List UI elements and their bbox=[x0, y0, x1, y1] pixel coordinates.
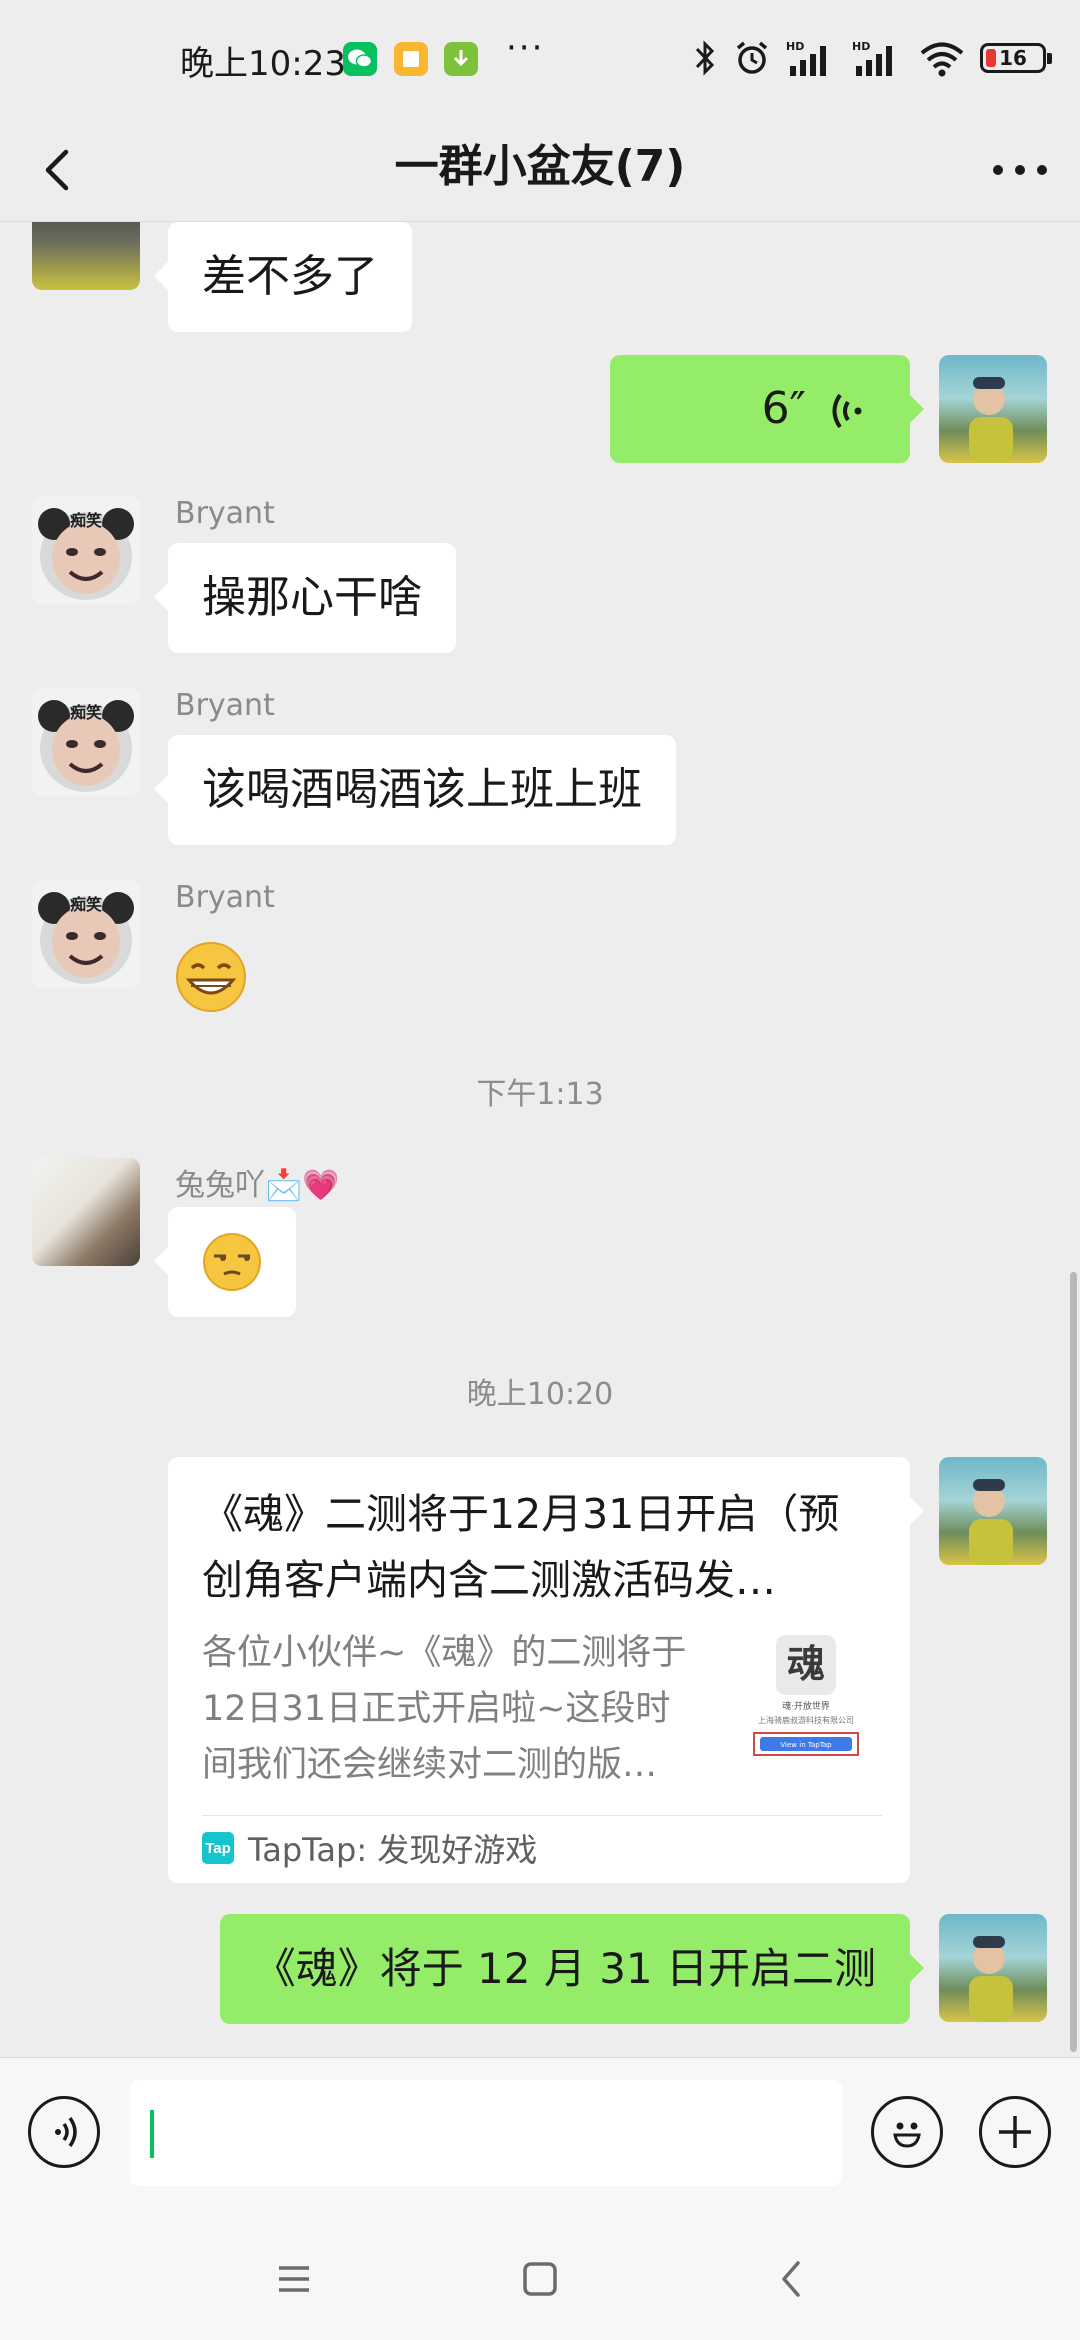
status-more-indicator: ··· bbox=[506, 28, 545, 68]
system-back-button[interactable] bbox=[751, 2247, 831, 2311]
my-avatar[interactable] bbox=[939, 355, 1047, 463]
hd-signal-icon: HD bbox=[852, 40, 892, 76]
status-right-group: HD HD 16 bbox=[692, 36, 1052, 80]
bluetooth-icon bbox=[695, 40, 715, 76]
notes-app-icon bbox=[394, 42, 428, 76]
scrollbar[interactable] bbox=[1070, 1272, 1077, 2052]
voice-message-bubble[interactable]: 6″ bbox=[610, 355, 924, 463]
download-app-icon bbox=[444, 42, 478, 76]
sender-name: Bryant bbox=[175, 496, 275, 531]
chat-header: 一群小盆友(7) bbox=[0, 118, 1080, 222]
message-bubble[interactable]: 该喝酒喝酒该上班上班 bbox=[154, 735, 676, 845]
message-bubble[interactable]: 差不多了 bbox=[154, 222, 412, 332]
thumb-company: 上海骑鹿叔游科技有限公司 bbox=[758, 1715, 854, 1725]
card-source: Tap TapTap: 发现好游戏 bbox=[202, 1825, 537, 1871]
status-bar: 晚上10:23 ··· HD HD 16 bbox=[0, 0, 1080, 118]
message-bubble[interactable]: 《魂》将于 12 月 31 日开启二测 bbox=[219, 1914, 925, 2024]
more-dots-icon bbox=[993, 165, 1047, 175]
unamused-face-emoji bbox=[203, 1233, 261, 1291]
plus-icon bbox=[999, 2116, 1031, 2148]
thumb-button: View in TapTap bbox=[780, 1741, 832, 1749]
thumb-caption: 魂·开放世界 bbox=[782, 1700, 830, 1712]
my-avatar[interactable] bbox=[939, 1457, 1047, 1565]
battery-level: 16 bbox=[999, 46, 1027, 70]
battery-icon: 16 bbox=[980, 43, 1052, 73]
card-divider bbox=[202, 1815, 882, 1816]
svg-text:魂: 魂 bbox=[787, 1641, 825, 1686]
taptap-logo-icon: Tap bbox=[202, 1832, 234, 1864]
message-input[interactable] bbox=[130, 2080, 842, 2186]
wifi-icon bbox=[920, 42, 964, 77]
back-chevron-icon bbox=[782, 2261, 800, 2297]
avatar[interactable] bbox=[32, 1158, 140, 1266]
avatar[interactable]: 痴笑 bbox=[32, 496, 140, 604]
timestamp-divider: 晚上10:20 bbox=[466, 1377, 614, 1412]
my-avatar[interactable] bbox=[939, 1914, 1047, 2022]
avatar-label: 痴笑 bbox=[70, 895, 102, 914]
voice-wave-icon bbox=[832, 393, 862, 429]
timestamp-divider: 下午1:13 bbox=[476, 1077, 604, 1112]
message-bubble[interactable]: 操那心干啥 bbox=[154, 543, 456, 653]
card-title: 《魂》二测将于12月31日开启（预 创角客户端内含二测激活码发… bbox=[202, 1490, 840, 1604]
emoji-message-bubble[interactable] bbox=[154, 1207, 296, 1317]
plus-button[interactable] bbox=[979, 2096, 1051, 2168]
menu-icon bbox=[279, 2266, 309, 2292]
input-bar bbox=[0, 2057, 1080, 2217]
recents-button[interactable] bbox=[254, 2247, 334, 2311]
link-card[interactable]: 《魂》二测将于12月31日开启（预 创角客户端内含二测激活码发… 各位小伙伴~《… bbox=[168, 1457, 924, 1883]
card-description: 各位小伙伴~《魂》的二测将于 12日31日正式开启啦~这段时 间我们还会继续对二… bbox=[202, 1633, 687, 1785]
page-title: 一群小盆友(7) bbox=[394, 141, 686, 192]
avatar[interactable]: 痴笑 bbox=[32, 880, 140, 988]
status-time: 晚上10:23 bbox=[180, 44, 346, 84]
avatar[interactable]: 痴笑 bbox=[32, 688, 140, 796]
avatar-label: 痴笑 bbox=[70, 511, 102, 530]
sender-name: Bryant bbox=[175, 688, 275, 723]
card-thumbnail: 魂 魂·开放世界 上海骑鹿叔游科技有限公司 View in TapTap bbox=[738, 1629, 874, 1769]
system-nav-bar bbox=[0, 2217, 1080, 2340]
sender-name: Bryant bbox=[175, 880, 275, 915]
card-source-label: TapTap: 发现好游戏 bbox=[248, 1831, 538, 1869]
home-button[interactable] bbox=[500, 2247, 580, 2311]
svg-text:HD: HD bbox=[852, 40, 870, 53]
sender-name: 兔兔吖📩💗 bbox=[175, 1168, 340, 1203]
hd-signal-icon: HD bbox=[786, 40, 826, 76]
home-square-icon bbox=[523, 2262, 557, 2296]
alarm-icon bbox=[736, 41, 768, 74]
wechat-icon bbox=[343, 42, 377, 76]
voice-toggle-button[interactable] bbox=[28, 2096, 100, 2168]
more-button[interactable] bbox=[984, 140, 1056, 200]
smiley-icon bbox=[893, 2122, 921, 2148]
avatar[interactable] bbox=[32, 222, 140, 290]
grinning-face-emoji[interactable] bbox=[174, 940, 248, 1014]
svg-text:HD: HD bbox=[786, 40, 804, 53]
message-list[interactable]: 差不多了 6″ 痴笑 Bryant 操那心干啥 痴笑 Bryant 该喝酒喝酒该… bbox=[0, 222, 1080, 2057]
emoji-button[interactable] bbox=[871, 2096, 943, 2168]
voice-toggle-icon bbox=[55, 2116, 77, 2148]
text-caret bbox=[150, 2110, 154, 2158]
avatar-label: 痴笑 bbox=[70, 703, 102, 722]
voice-duration: 6″ bbox=[761, 383, 806, 434]
